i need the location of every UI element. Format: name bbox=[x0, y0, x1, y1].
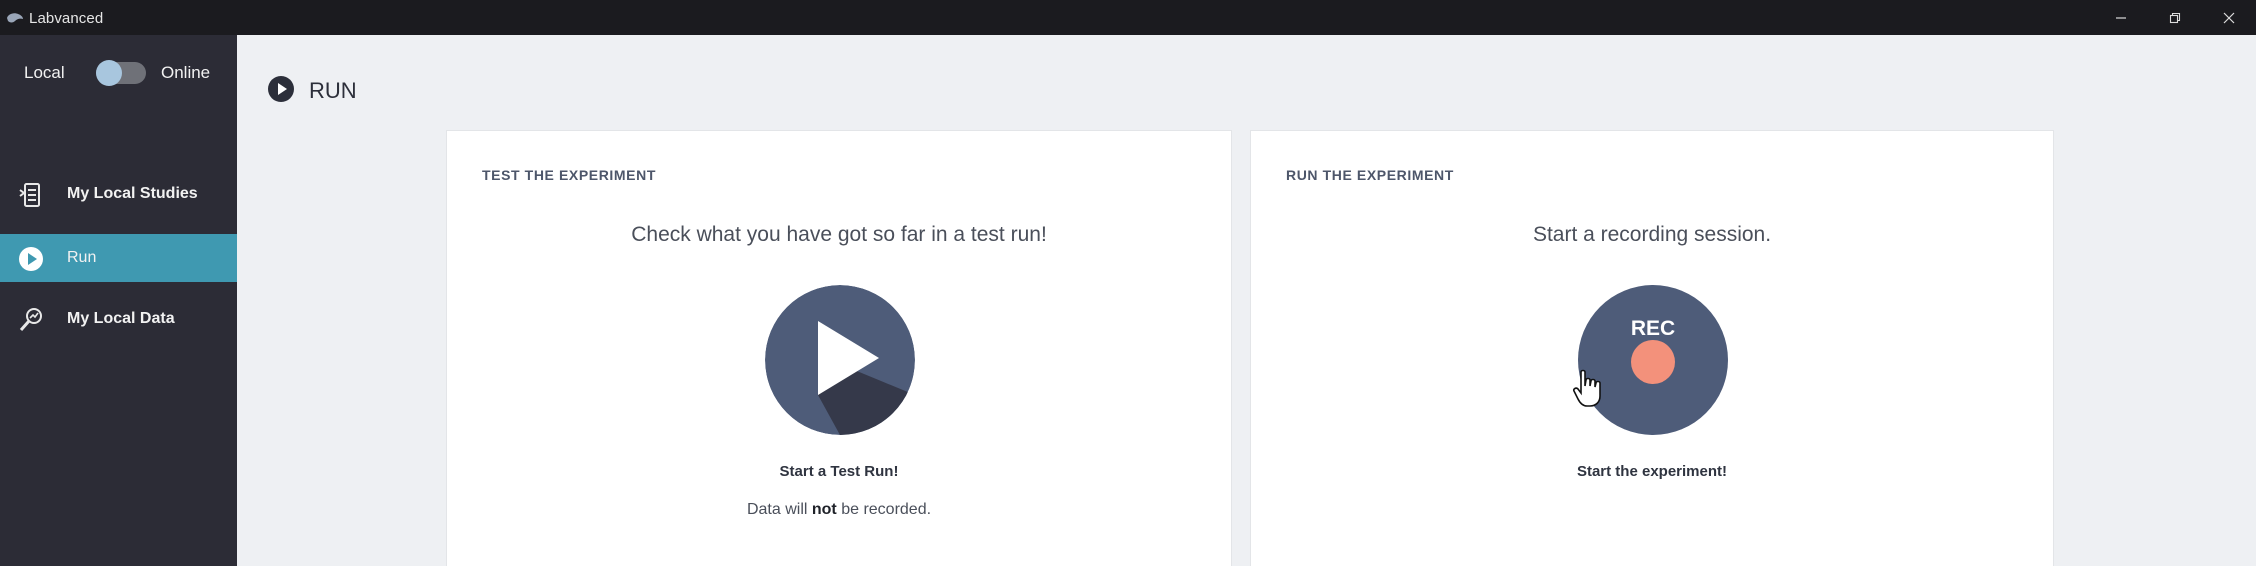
start-test-run-button[interactable] bbox=[765, 285, 915, 435]
data-not-recorded-note: Data will not be recorded. bbox=[746, 501, 932, 518]
close-button[interactable] bbox=[2202, 0, 2256, 35]
labvanced-logo-icon bbox=[7, 13, 23, 23]
sidebar-item-run[interactable]: Run bbox=[0, 234, 237, 282]
close-icon bbox=[2223, 12, 2235, 23]
restore-button[interactable] bbox=[2148, 0, 2202, 35]
toggle-label-local: Local bbox=[24, 63, 65, 82]
toggle-label-online: Online bbox=[161, 63, 211, 82]
sidebar-item-my-local-studies[interactable]: My Local Studies bbox=[0, 170, 237, 218]
start-test-run-caption: Start a Test Run! bbox=[779, 463, 899, 480]
card-subtitle: Start a recording session. bbox=[1532, 223, 1772, 246]
sidebar-item-label: My Local Data bbox=[67, 310, 175, 327]
toggle-knob[interactable] bbox=[96, 60, 122, 86]
sidebar: Local Online My Local Studies Run My Loc… bbox=[0, 35, 237, 566]
play-icon bbox=[765, 285, 915, 435]
window-titlebar: Labvanced bbox=[0, 0, 2256, 35]
play-circle-icon bbox=[268, 76, 294, 102]
run-experiment-card: RUN THE EXPERIMENT Start a recording ses… bbox=[1250, 130, 2054, 566]
hand-cursor-icon bbox=[1573, 369, 1601, 407]
minimize-icon bbox=[2116, 16, 2126, 19]
restore-icon bbox=[2169, 12, 2181, 23]
card-heading: RUN THE EXPERIMENT bbox=[1286, 167, 1454, 183]
card-heading: TEST THE EXPERIMENT bbox=[482, 167, 656, 183]
studies-icon bbox=[19, 183, 40, 207]
minimize-button[interactable] bbox=[2094, 0, 2148, 35]
page-title: RUN bbox=[309, 78, 357, 103]
play-circle-icon bbox=[19, 247, 43, 271]
start-recording-button[interactable]: REC bbox=[1578, 285, 1728, 435]
window-title: Labvanced bbox=[29, 10, 104, 27]
sidebar-item-my-local-data[interactable]: My Local Data bbox=[0, 295, 237, 343]
start-experiment-caption: Start the experiment! bbox=[1576, 463, 1728, 480]
card-subtitle: Check what you have got so far in a test… bbox=[631, 223, 1047, 246]
sidebar-item-label: My Local Studies bbox=[67, 185, 198, 202]
test-experiment-card: TEST THE EXPERIMENT Check what you have … bbox=[446, 130, 1232, 566]
record-dot-icon bbox=[1631, 340, 1675, 384]
rec-label: REC bbox=[1630, 317, 1676, 340]
local-online-toggle-row: Local Online bbox=[0, 57, 237, 87]
sidebar-item-label: Run bbox=[67, 249, 97, 266]
main-content: RUN TEST THE EXPERIMENT Check what you h… bbox=[237, 35, 2256, 566]
data-magnifier-icon bbox=[19, 308, 42, 331]
